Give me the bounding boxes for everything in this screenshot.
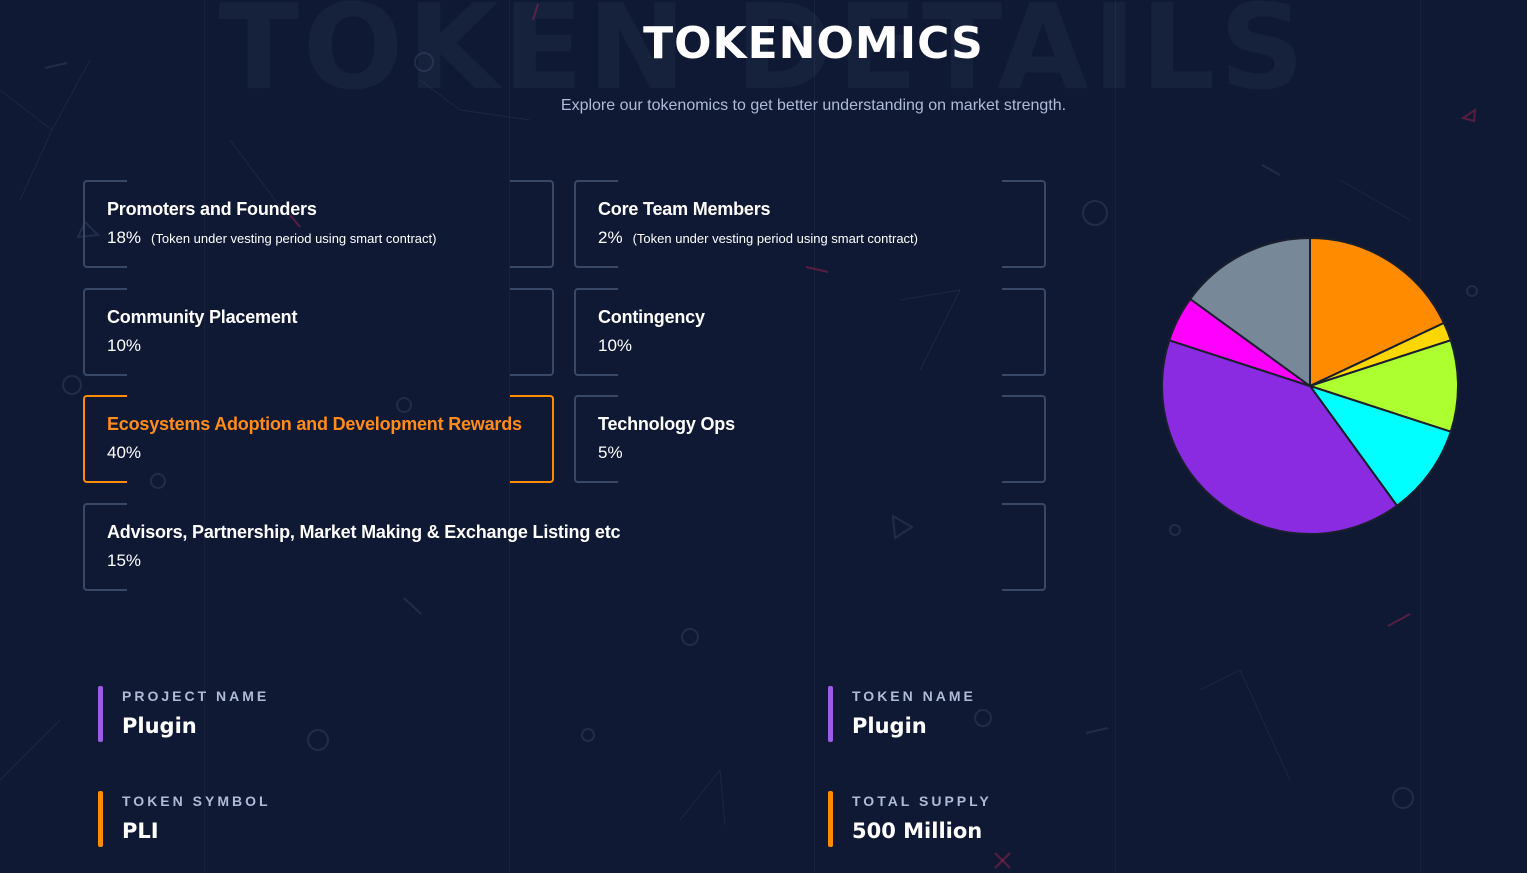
allocation-name: Technology Ops — [598, 414, 735, 434]
token-symbol-info: TOKEN SYMBOL PLI — [98, 791, 398, 847]
project-name-label: PROJECT NAME — [122, 688, 270, 704]
total-supply-value: 500 Million — [852, 819, 983, 843]
info-accent-bar — [828, 686, 833, 742]
allocation-percent: 10% — [107, 336, 142, 355]
info-accent-bar — [98, 791, 103, 847]
card-bracket-left — [574, 180, 618, 268]
allocation-card-contingency[interactable]: Contingency 10% — [574, 288, 1046, 376]
allocation-name: Community Placement — [107, 307, 298, 327]
info-accent-bar — [828, 791, 833, 847]
page-subtitle: Explore our tokenomics to get better und… — [560, 97, 1067, 114]
card-bracket-right — [1002, 288, 1046, 376]
tokenomics-pie-chart — [1161, 236, 1459, 535]
card-bracket-right — [510, 180, 554, 268]
card-bracket-right — [510, 288, 554, 376]
grid-line — [1115, 0, 1116, 873]
allocation-name: Promoters and Founders — [107, 199, 317, 219]
allocation-card-advisors[interactable]: Advisors, Partnership, Market Making & E… — [83, 503, 1046, 591]
allocation-percent: 10% — [598, 336, 633, 355]
page-title: TOKENOMICS — [643, 18, 984, 69]
allocation-card-core-team[interactable]: Core Team Members 2% (Token under vesting… — [574, 180, 1046, 268]
token-name-info: TOKEN NAME Plugin — [828, 686, 1128, 742]
total-supply-info: TOTAL SUPPLY 500 Million — [828, 791, 1128, 847]
allocation-card-promoters[interactable]: Promoters and Founders 18% (Token under v… — [83, 180, 554, 268]
allocation-name: Ecosystems Adoption and Development Rewa… — [107, 414, 522, 434]
token-symbol-label: TOKEN SYMBOL — [122, 793, 271, 809]
allocation-card-ecosystems[interactable]: Ecosystems Adoption and Development Rewa… — [83, 395, 554, 483]
allocation-name: Advisors, Partnership, Market Making & E… — [107, 522, 621, 542]
allocation-name: Core Team Members — [598, 199, 771, 219]
card-bracket-left — [574, 288, 618, 376]
card-bracket-left — [83, 395, 127, 483]
allocation-note: (Token under vesting period using smart … — [151, 231, 437, 246]
allocation-percent: 40% — [107, 443, 142, 462]
card-bracket-right — [1002, 503, 1046, 591]
project-name-info: PROJECT NAME Plugin — [98, 686, 398, 742]
token-symbol-value: PLI — [122, 819, 159, 843]
total-supply-label: TOTAL SUPPLY — [852, 793, 992, 809]
card-bracket-left — [83, 503, 127, 591]
allocation-percent: 2% — [598, 228, 623, 247]
token-name-value: Plugin — [852, 714, 927, 738]
card-bracket-right — [1002, 180, 1046, 268]
project-name-value: Plugin — [122, 714, 197, 738]
allocation-card-community[interactable]: Community Placement 10% — [83, 288, 554, 376]
card-bracket-left — [83, 288, 127, 376]
allocation-value-row: 18% (Token under vesting period using sma… — [107, 228, 436, 248]
card-bracket-right — [510, 395, 554, 483]
allocation-card-technology[interactable]: Technology Ops 5% — [574, 395, 1046, 483]
card-bracket-right — [1002, 395, 1046, 483]
allocation-percent: 5% — [598, 443, 623, 462]
tokenomics-section: TOKEN DETAILS TOKENOMICS Explore our tok… — [0, 0, 1527, 873]
allocation-name: Contingency — [598, 307, 705, 327]
allocation-percent: 15% — [107, 551, 142, 570]
card-bracket-left — [83, 180, 127, 268]
card-bracket-left — [574, 395, 618, 483]
token-name-label: TOKEN NAME — [852, 688, 976, 704]
allocation-note: (Token under vesting period using smart … — [632, 231, 918, 246]
allocation-percent: 18% — [107, 228, 142, 247]
info-accent-bar — [98, 686, 103, 742]
allocation-value-row: 2% (Token under vesting period using smar… — [598, 228, 918, 248]
